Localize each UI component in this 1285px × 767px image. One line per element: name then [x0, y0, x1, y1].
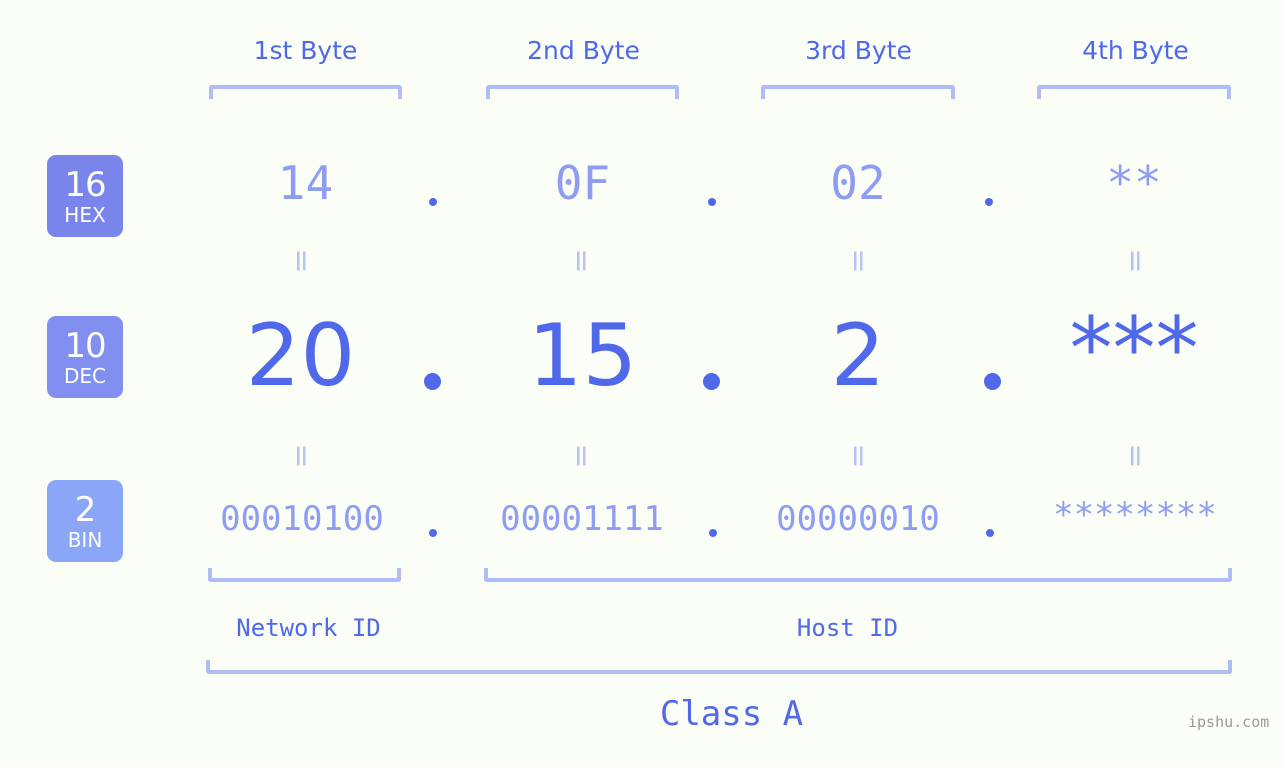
equals-connector-dec-bin-1: =: [284, 443, 319, 469]
base-badge-bin-number: 2: [74, 489, 97, 530]
bin-separator-dot-1: [429, 529, 437, 537]
byte-bracket-1: [209, 85, 402, 99]
base-badge-bin: 2 BIN: [47, 480, 123, 562]
byte-header-label-4: 4th Byte: [1082, 36, 1189, 65]
byte-bracket-2: [486, 85, 679, 99]
class-label: Class A: [659, 694, 804, 734]
dec-separator-dot-3: [984, 373, 1001, 390]
class-bracket: [206, 660, 1232, 674]
site-watermark: ipshu.com: [1188, 713, 1270, 731]
base-badge-dec: 10 DEC: [47, 316, 123, 398]
host-id-bracket: [484, 568, 1232, 582]
base-badge-dec-number: 10: [64, 325, 106, 366]
byte-header-label-1: 1st Byte: [253, 36, 358, 65]
equals-connector-hex-dec-3: =: [841, 248, 876, 274]
hex-separator-dot-2: [708, 198, 716, 206]
byte-header-label-2: 2nd Byte: [527, 36, 640, 65]
base-badge-dec-name: DEC: [63, 363, 106, 388]
equals-connector-hex-dec-4: =: [1118, 248, 1153, 274]
equals-connector-hex-dec-1: =: [284, 248, 319, 274]
equals-connector-dec-bin-2: =: [564, 443, 599, 469]
ip-address-breakdown-diagram: 1st Byte 2nd Byte 3rd Byte 4th Byte 16 H…: [0, 0, 1285, 767]
bin-byte-value-3: 00000010: [776, 499, 940, 539]
equals-connector-dec-bin-4: =: [1118, 443, 1153, 469]
hex-separator-dot-1: [429, 198, 437, 206]
network-id-bracket: [208, 568, 401, 582]
network-id-label: Network ID: [236, 614, 381, 642]
hex-byte-value-4: **: [1106, 156, 1162, 210]
equals-connector-dec-bin-3: =: [841, 443, 876, 469]
host-id-label: Host ID: [796, 614, 899, 642]
byte-bracket-3: [761, 85, 955, 99]
bin-separator-dot-2: [709, 529, 717, 537]
bin-byte-value-1: 00010100: [220, 499, 384, 539]
bin-byte-value-4: ********: [1053, 495, 1217, 535]
dec-separator-dot-1: [424, 373, 441, 390]
dec-byte-value-3: 2: [830, 306, 886, 406]
dec-separator-dot-2: [703, 373, 720, 390]
hex-separator-dot-3: [985, 198, 993, 206]
base-badge-hex: 16 HEX: [47, 155, 123, 237]
byte-bracket-4: [1037, 85, 1231, 99]
base-badge-bin-name: BIN: [67, 527, 103, 552]
base-badge-hex-name: HEX: [64, 202, 106, 227]
bin-byte-value-2: 00001111: [500, 499, 664, 539]
hex-byte-value-2: 0F: [554, 156, 611, 210]
dec-byte-value-2: 15: [527, 306, 638, 406]
base-badge-hex-number: 16: [64, 164, 106, 205]
byte-header-label-3: 3rd Byte: [805, 36, 912, 65]
bin-separator-dot-3: [986, 529, 994, 537]
hex-byte-value-3: 02: [830, 156, 886, 210]
dec-byte-value-1: 20: [245, 306, 356, 406]
equals-connector-hex-dec-2: =: [564, 248, 599, 274]
dec-byte-value-4: ***: [1069, 299, 1199, 399]
hex-byte-value-1: 14: [277, 156, 334, 210]
